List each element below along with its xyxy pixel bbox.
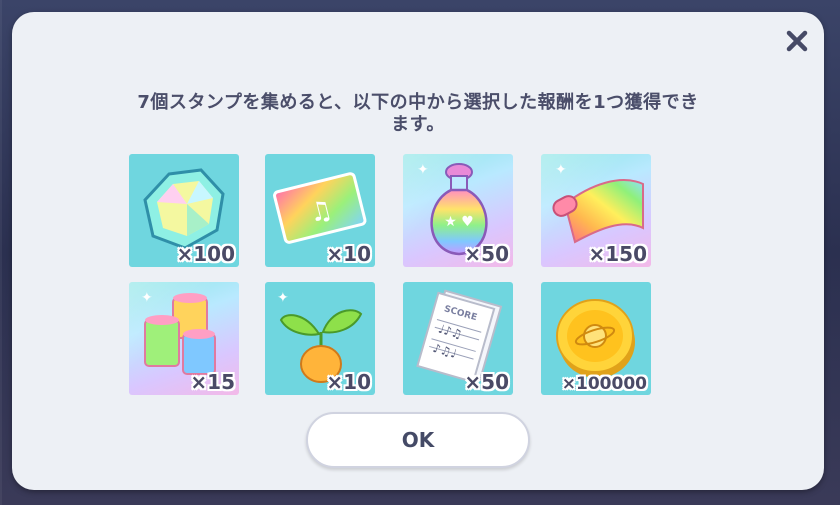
message-line-2: ます。	[391, 114, 445, 135]
reward-selection-dialog: 7個スタンプを集めると、以下の中から選択した報酬を1つ獲得でき ます。 ×100	[12, 12, 824, 490]
close-icon	[786, 30, 808, 52]
svg-text:✦: ✦	[417, 162, 429, 178]
reward-quantity: ×150	[588, 242, 647, 266]
reward-sprout-seed[interactable]: ✦ ×10	[265, 282, 375, 395]
close-button[interactable]	[782, 26, 812, 56]
reward-quantity: ×100	[176, 242, 235, 266]
reward-crystal[interactable]: ×100	[129, 154, 239, 267]
svg-text:★ ♥: ★ ♥	[444, 214, 474, 230]
reward-music-ticket[interactable]: ♫ ×10	[265, 154, 375, 267]
reward-quantity: ×10	[326, 242, 371, 266]
reward-rainbow-bottle[interactable]: ✦ ★ ♥ ×50	[403, 154, 513, 267]
reward-rainbow-scroll[interactable]: ✦ ×150	[541, 154, 651, 267]
dialog-message: 7個スタンプを集めると、以下の中から選択した報酬を1つ獲得でき ます。	[52, 92, 784, 136]
reward-score-sheet[interactable]: SCORE ♩♪♫ ♪♫♩ ×50	[403, 282, 513, 395]
reward-quantity: ×50	[464, 370, 509, 394]
svg-text:✦: ✦	[277, 290, 289, 306]
reward-gold-coin[interactable]: ×100000	[541, 282, 651, 395]
svg-text:✦: ✦	[141, 290, 153, 306]
ok-button[interactable]: OK	[306, 412, 530, 468]
reward-quantity: ×15	[190, 370, 235, 394]
reward-quantity: ×10	[326, 370, 371, 394]
message-line-1: 7個スタンプを集めると、以下の中から選択した報酬を1つ獲得でき	[137, 92, 699, 113]
reward-quantity: ×100000	[561, 374, 647, 394]
svg-text:✦: ✦	[555, 162, 567, 178]
reward-quantity: ×50	[464, 242, 509, 266]
reward-thread-spools[interactable]: ✦ ×15	[129, 282, 239, 395]
